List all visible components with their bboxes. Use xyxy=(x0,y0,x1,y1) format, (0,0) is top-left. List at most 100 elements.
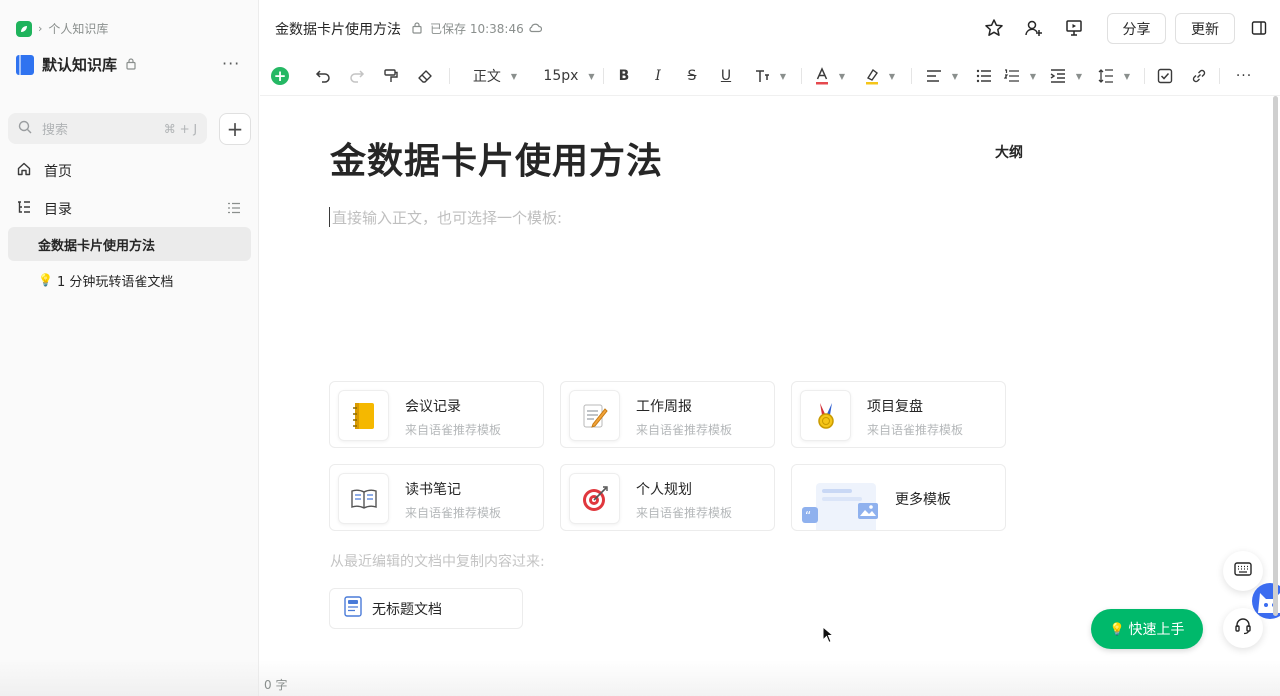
presentation-icon[interactable] xyxy=(1063,17,1085,39)
undo-icon[interactable] xyxy=(313,64,333,88)
template-card-meeting-notes[interactable]: 会议记录 来自语雀推荐模板 xyxy=(329,381,544,448)
sidebar-doc-active[interactable]: 金数据卡片使用方法 xyxy=(8,227,251,261)
headset-icon xyxy=(1234,617,1252,639)
target-icon xyxy=(569,473,620,524)
add-collaborator-icon[interactable] xyxy=(1023,17,1045,39)
scrollbar[interactable] xyxy=(1273,96,1278,616)
bullet-list-icon[interactable] xyxy=(974,64,994,88)
recent-docs-hint: 从最近编辑的文档中复制内容过来: xyxy=(330,554,545,570)
ordered-list-icon[interactable]: ▼ xyxy=(1002,64,1038,88)
eraser-icon[interactable] xyxy=(415,64,435,88)
font-size-select[interactable]: 15px ▼ xyxy=(541,64,597,88)
caret-down-icon: ▼ xyxy=(838,71,846,81)
font-color-icon[interactable]: ▼ xyxy=(812,64,848,88)
search-placeholder: 搜索 xyxy=(42,123,69,138)
caret-down-icon: ▼ xyxy=(951,71,959,81)
recent-doc-title: 无标题文档 xyxy=(372,601,442,618)
open-book-icon xyxy=(338,473,389,524)
star-icon[interactable] xyxy=(983,17,1005,39)
toc-icon xyxy=(16,199,32,219)
underline-icon[interactable]: U xyxy=(717,64,735,88)
plus-icon: + xyxy=(271,67,289,85)
sidebar-doc[interactable]: 💡 1 分钟玩转语雀文档 xyxy=(8,263,251,297)
template-card-more[interactable]: “ 更多模板 xyxy=(791,464,1006,531)
link-icon[interactable] xyxy=(1189,64,1209,88)
more-icon[interactable]: ··· xyxy=(1232,64,1256,88)
list-view-icon[interactable] xyxy=(227,202,241,214)
notebook-icon xyxy=(338,390,389,441)
header: 金数据卡片使用方法 已保存 10:38:46 分享 更新 xyxy=(260,0,1280,56)
chevron-right-icon: › xyxy=(38,22,43,35)
sidebar-item-toc[interactable]: 目录 xyxy=(8,193,251,225)
template-name: 个人规划 xyxy=(636,482,692,498)
paragraph-style-value: 正文 xyxy=(472,69,501,85)
header-doc-title[interactable]: 金数据卡片使用方法 xyxy=(275,19,401,39)
template-card-personal-plan[interactable]: 个人规划 来自语雀推荐模板 xyxy=(560,464,775,531)
more-options-button[interactable]: ··· xyxy=(222,54,240,73)
text-effects-icon[interactable]: ▼ xyxy=(750,64,790,88)
sidebar-toggle-icon[interactable] xyxy=(1248,17,1270,39)
breadcrumb-label[interactable]: 个人知识库 xyxy=(48,20,108,37)
text-cursor xyxy=(329,207,330,227)
indent-icon[interactable]: ▼ xyxy=(1048,64,1084,88)
strikethrough-icon[interactable]: S xyxy=(683,64,701,88)
highlight-color-icon[interactable]: ▼ xyxy=(862,64,898,88)
template-source: 来自语雀推荐模板 xyxy=(636,506,733,520)
template-name: 工作周报 xyxy=(636,399,692,415)
update-button[interactable]: 更新 xyxy=(1175,13,1235,44)
quick-start-label: 快速上手 xyxy=(1128,622,1185,638)
font-size-value: 15px xyxy=(543,68,579,84)
word-count: 0 字 xyxy=(264,678,288,692)
template-source: 来自语雀推荐模板 xyxy=(636,423,733,437)
toolbar-divider xyxy=(603,68,604,84)
more-templates-illustration-icon: “ xyxy=(800,479,882,530)
template-card-reading-notes[interactable]: 读书笔记 来自语雀推荐模板 xyxy=(329,464,544,531)
toolbar-divider xyxy=(449,68,450,84)
document-icon xyxy=(344,596,362,621)
bold-icon[interactable]: B xyxy=(615,64,633,88)
home-icon xyxy=(16,161,32,181)
insert-button[interactable]: + xyxy=(271,64,289,88)
template-card-weekly-report[interactable]: 工作周报 来自语雀推荐模板 xyxy=(560,381,775,448)
customer-support-button[interactable] xyxy=(1223,608,1263,648)
breadcrumb[interactable]: › 个人知识库 xyxy=(16,20,108,37)
doc-title[interactable]: 金数据卡片使用方法 xyxy=(330,132,663,184)
caret-down-icon: ▼ xyxy=(588,71,595,81)
template-card-project-review[interactable]: 项目复盘 来自语雀推荐模板 xyxy=(791,381,1006,448)
checkbox-icon[interactable] xyxy=(1155,64,1175,88)
sidebar-item-label: 首页 xyxy=(44,164,72,180)
toolbar-divider xyxy=(1219,68,1220,84)
caret-down-icon: ▼ xyxy=(779,71,787,81)
recent-doc-card[interactable]: 无标题文档 xyxy=(329,588,523,629)
caret-down-icon: ▼ xyxy=(510,71,518,81)
align-icon[interactable]: ▼ xyxy=(923,64,961,88)
search-input[interactable]: 搜索 ⌘ + J xyxy=(8,113,207,144)
template-name: 项目复盘 xyxy=(867,399,923,415)
format-painter-icon[interactable] xyxy=(381,64,401,88)
add-button[interactable]: + xyxy=(219,113,251,145)
caret-down-icon: ▼ xyxy=(888,71,896,81)
redo-icon[interactable] xyxy=(347,64,367,88)
sidebar-doc-label: 金数据卡片使用方法 xyxy=(38,238,156,254)
template-source: 来自语雀推荐模板 xyxy=(405,423,502,437)
template-name: 更多模板 xyxy=(895,492,951,508)
share-button[interactable]: 分享 xyxy=(1107,13,1166,44)
quick-start-button[interactable]: 💡 快速上手 xyxy=(1091,609,1203,649)
outline-label[interactable]: 大纲 xyxy=(995,142,1023,162)
cloud-icon xyxy=(528,21,543,37)
editor-toolbar: + 正文 ▼ 15px ▼ B I S U ▼ ▼ ▼ ▼ ▼ ▼ ▼ ··· xyxy=(260,56,1280,96)
body-placeholder[interactable]: 直接输入正文，也可选择一个模板: xyxy=(332,207,562,228)
template-name: 会议记录 xyxy=(405,399,461,415)
knowledge-base-title[interactable]: 默认知识库 xyxy=(16,54,137,75)
sidebar-item-home[interactable]: 首页 xyxy=(8,155,251,187)
book-icon xyxy=(16,54,34,75)
keyboard-shortcuts-button[interactable] xyxy=(1223,551,1263,591)
template-name: 读书笔记 xyxy=(405,482,461,498)
line-height-icon[interactable]: ▼ xyxy=(1096,64,1132,88)
keyboard-icon xyxy=(1234,562,1252,580)
lock-icon xyxy=(411,21,423,38)
paragraph-style-select[interactable]: 正文 ▼ xyxy=(467,64,523,88)
search-icon xyxy=(18,120,32,138)
caret-down-icon: ▼ xyxy=(1029,71,1037,81)
italic-icon[interactable]: I xyxy=(649,64,667,88)
